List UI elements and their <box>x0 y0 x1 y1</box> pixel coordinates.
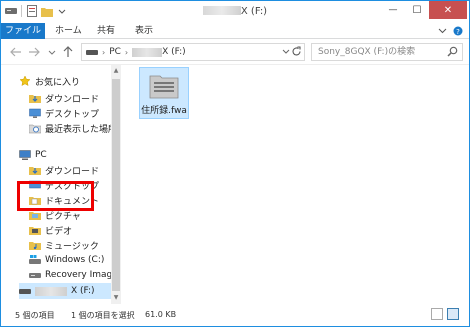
search-placeholder: Sony_8GQX (F:)の検索 <box>318 47 416 57</box>
window-controls: — ☐ ✕ <box>381 1 467 19</box>
maximize-button[interactable]: ☐ <box>405 1 429 19</box>
large-icons-view-icon[interactable] <box>447 308 459 320</box>
sidebar-item-label: ビデオ <box>45 226 73 237</box>
removable-drive-icon <box>19 289 31 294</box>
forward-arrow-icon <box>29 47 40 57</box>
sidebar-item-windows-c[interactable]: Windows (C:) <box>29 252 104 268</box>
annotation-highlight-box <box>17 181 94 211</box>
scroll-down-icon[interactable]: ▼ <box>111 293 121 303</box>
item-count: 5 個の項目 <box>15 311 55 320</box>
scrollbar-thumb[interactable] <box>112 79 120 291</box>
ribbon-tabs: ファイル ホーム 共有 表示 ? <box>1 23 469 39</box>
redacted-drive-name <box>35 286 67 296</box>
back-arrow-icon <box>10 47 21 57</box>
help-icon[interactable]: ? <box>453 26 463 39</box>
view-switcher <box>431 308 459 320</box>
chevron-right-icon: › <box>124 47 129 57</box>
sidebar-item-label: ダウンロード <box>45 94 100 105</box>
sidebar-item-favorites[interactable]: お気に入り <box>19 73 80 89</box>
address-dropdown-icon[interactable] <box>282 47 290 57</box>
sidebar-item-recovery-image[interactable]: Recovery Image <box>29 267 118 283</box>
tab-file[interactable]: ファイル <box>1 23 45 39</box>
breadcrumb-pc[interactable]: PC <box>109 47 121 57</box>
downloads-folder-icon <box>29 95 41 103</box>
sidebar-item-fav-desktop[interactable]: デスクトップ <box>29 105 99 121</box>
recent-locations-button[interactable] <box>45 45 59 59</box>
explorer-window: X (F:) — ☐ ✕ ファイル ホーム 共有 表示 ? › PC › X (… <box>0 0 470 327</box>
sidebar-item-label: Recovery Image <box>45 270 118 280</box>
music-folder-icon <box>29 242 41 250</box>
redacted-drive-name <box>132 47 163 57</box>
forward-button[interactable] <box>27 45 41 59</box>
sidebar-item-pc-downloads[interactable]: ダウンロード <box>29 162 99 178</box>
back-button[interactable] <box>9 45 23 59</box>
minimize-button[interactable]: — <box>381 1 405 19</box>
expand-ribbon-icon[interactable] <box>438 26 447 39</box>
sidebar-item-label: ミュージック <box>45 241 99 252</box>
sidebar-item-music[interactable]: ミュージック <box>29 237 99 253</box>
file-name: 住所録.fwa <box>141 106 187 116</box>
close-icon: ✕ <box>443 4 453 16</box>
recent-places-icon <box>29 124 41 134</box>
drive-icon <box>29 273 41 278</box>
file-list-pane: 住所録.fwa <box>123 65 469 304</box>
tab-home[interactable]: ホーム <box>55 23 82 39</box>
search-icon[interactable] <box>447 46 458 63</box>
selected-count: 1 個の項目を選択 <box>71 311 135 320</box>
computer-icon <box>19 150 31 160</box>
videos-folder-icon <box>29 227 41 235</box>
sidebar-item-usb-drive[interactable]: X (F:) <box>19 283 111 299</box>
window-title-text: X (F:) <box>240 6 268 17</box>
file-item[interactable]: 住所録.fwa <box>139 67 189 119</box>
breadcrumb-drive[interactable]: X (F:) <box>162 47 186 57</box>
sidebar-item-label: PC <box>35 150 47 160</box>
sidebar-item-pc[interactable]: PC <box>19 147 47 163</box>
status-bar: 5 個の項目 1 個の項目を選択 61.0 KB <box>1 304 469 326</box>
downloads-folder-icon <box>29 167 41 175</box>
scroll-up-icon[interactable]: ▲ <box>111 66 121 76</box>
close-button[interactable]: ✕ <box>429 1 467 19</box>
maximize-icon: ☐ <box>412 4 422 16</box>
up-button[interactable] <box>61 45 75 59</box>
search-input[interactable]: Sony_8GQX (F:)の検索 <box>311 43 463 61</box>
title-bar: X (F:) — ☐ ✕ <box>1 1 469 23</box>
sidebar-item-label: ダウンロード <box>45 166 100 177</box>
minimize-icon: — <box>388 5 398 15</box>
details-view-icon[interactable] <box>431 308 443 320</box>
star-icon <box>19 75 31 86</box>
sidebar-item-label: X (F:) <box>71 286 95 296</box>
sidebar-item-fav-downloads[interactable]: ダウンロード <box>29 90 99 106</box>
up-arrow-icon <box>63 46 73 57</box>
sidebar-item-label: Windows (C:) <box>45 255 105 265</box>
refresh-icon[interactable] <box>291 46 302 60</box>
desktop-icon <box>29 108 41 118</box>
tab-view[interactable]: 表示 <box>135 23 153 39</box>
fwa-file-icon <box>149 75 179 99</box>
sidebar-item-label: デスクトップ <box>45 109 100 120</box>
sidebar-item-label: お気に入り <box>35 77 81 88</box>
sidebar-item-recent-places[interactable]: 最近表示した場所 <box>29 120 117 136</box>
redacted-title-text <box>202 6 241 15</box>
nav-pane-scrollbar[interactable]: ▲ ▼ <box>111 65 121 304</box>
chevron-down-icon <box>48 50 56 55</box>
drive-icon <box>86 50 98 55</box>
navigation-row: › PC › X (F:) Sony_8GQX (F:)の検索 <box>1 39 469 65</box>
chevron-right-icon: › <box>102 47 106 57</box>
sidebar-item-videos[interactable]: ビデオ <box>29 222 72 238</box>
address-bar[interactable]: › PC › X (F:) <box>81 43 305 61</box>
selected-size: 61.0 KB <box>145 310 177 319</box>
tab-share[interactable]: 共有 <box>97 23 115 39</box>
help-icon-glyph: ? <box>456 28 460 36</box>
ribbon-right-controls: ? <box>438 26 463 39</box>
windows-drive-icon <box>29 255 41 264</box>
sidebar-item-label: 最近表示した場所 <box>45 124 118 135</box>
